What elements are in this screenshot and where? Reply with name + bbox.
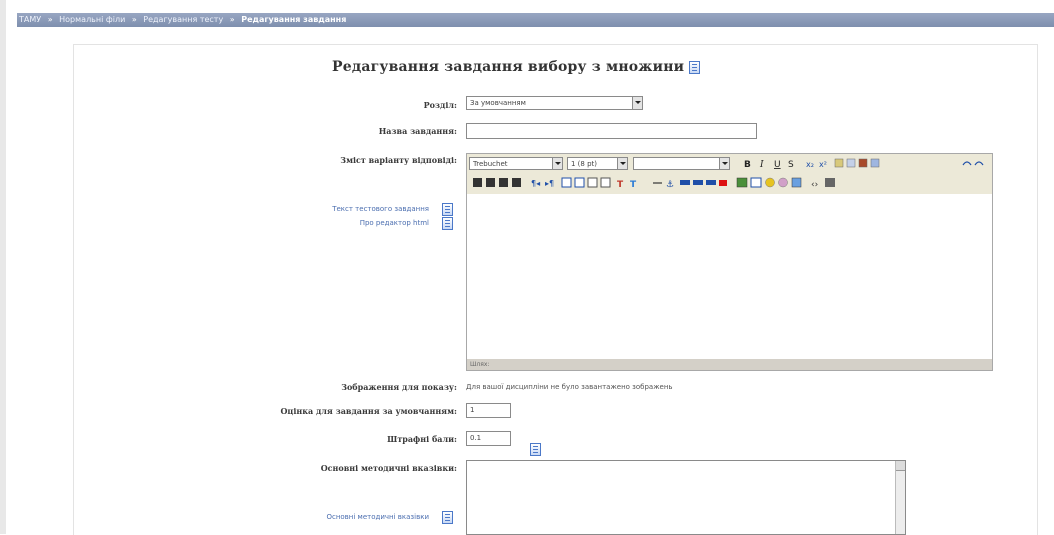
ordered-list-icon[interactable] <box>561 177 572 188</box>
html-editor[interactable]: Trebuchet 1 (8 pt) B I U S x₂ x² ¶◂ ▸¶ T… <box>466 153 993 371</box>
question-text-help-text: Текст тестового завдання <box>332 205 429 213</box>
bold-icon[interactable]: B <box>744 160 751 170</box>
answer-content-label-text: Зміст варіанту відповіді: <box>340 155 457 165</box>
left-border <box>0 0 6 534</box>
align-center-icon[interactable] <box>486 178 495 187</box>
fullscreen-icon[interactable] <box>825 178 835 187</box>
category-select-value: За умовчанням <box>470 99 526 107</box>
nolink-icon[interactable] <box>706 180 716 185</box>
html-editor-help-text: Про редактор html <box>359 219 429 227</box>
category-label: Розділ: <box>424 100 457 110</box>
penalty-value: 0.1 <box>470 434 482 442</box>
chevron-down-icon <box>632 97 642 109</box>
penalty-input[interactable]: 0.1 <box>466 431 511 446</box>
question-name-label-text: Назва завдання: <box>378 126 457 136</box>
outdent-icon[interactable] <box>587 177 598 188</box>
redo-icon[interactable] <box>974 161 984 166</box>
help-icon[interactable] <box>442 511 453 524</box>
svg-text:x₂: x₂ <box>806 160 814 169</box>
underline-icon[interactable]: U <box>774 160 781 170</box>
ltr-icon[interactable]: ¶◂ <box>531 179 540 188</box>
image-label-text: Зображення для показу: <box>341 382 457 392</box>
image-label: Зображення для показу: <box>341 382 457 392</box>
breadcrumb: ТАМУ » Нормальні філи » Редагування тест… <box>17 13 1054 27</box>
svg-text:I: I <box>759 160 764 170</box>
cut-icon[interactable] <box>834 158 844 168</box>
undo-icon[interactable] <box>962 161 972 166</box>
background-color-icon[interactable]: T <box>630 180 637 190</box>
general-notes-textarea[interactable] <box>466 460 906 535</box>
svg-text:U: U <box>774 160 781 170</box>
general-notes-label-text: Основні методичні вказівки: <box>320 463 457 473</box>
clean-word-icon[interactable] <box>870 158 880 168</box>
svg-text:x²: x² <box>819 160 827 169</box>
rtl-icon[interactable]: ▸¶ <box>545 179 554 188</box>
paste-icon[interactable] <box>858 158 868 168</box>
default-grade-input[interactable]: 1 <box>466 403 511 418</box>
insert-image-icon[interactable] <box>736 177 748 188</box>
editor-toolbar-icons: B I U S x₂ x² ¶◂ ▸¶ T T ⚓ ‹› <box>473 158 984 190</box>
align-left-icon[interactable] <box>473 178 482 187</box>
unordered-list-icon[interactable] <box>574 177 585 188</box>
help-icon[interactable] <box>689 60 701 74</box>
breadcrumb-separator: » <box>131 15 137 24</box>
no-images-text-value: Для вашої дисципліни не було завантажено… <box>466 383 673 391</box>
editor-status-text: Шлях: <box>470 361 490 368</box>
question-name-input[interactable] <box>466 123 757 139</box>
breadcrumb-quiz[interactable]: Редагування тесту <box>141 15 225 24</box>
align-justify-icon[interactable] <box>512 178 521 187</box>
no-images-text: Для вашої дисципліни не було завантажено… <box>466 383 673 391</box>
italic-icon[interactable]: I <box>759 160 764 170</box>
default-grade-value: 1 <box>470 406 475 414</box>
category-select[interactable]: За умовчанням <box>466 96 643 110</box>
copy-icon[interactable] <box>846 158 856 168</box>
subscript-icon[interactable]: x₂ <box>806 160 814 169</box>
strikethrough-icon[interactable]: S <box>788 160 794 170</box>
html-source-icon[interactable]: ‹› <box>811 180 818 190</box>
special-char-icon[interactable] <box>778 177 788 188</box>
scrollbar[interactable] <box>895 461 905 534</box>
content-panel: Редагування завдання вибору з множини Ро… <box>73 44 1038 535</box>
text-color-icon[interactable]: T <box>617 180 624 190</box>
page-title-text: Редагування завдання вибору з множини <box>332 59 685 75</box>
superscript-icon[interactable]: x² <box>819 160 827 169</box>
question-name-label: Назва завдання: <box>379 126 457 136</box>
svg-text:S: S <box>788 160 794 170</box>
penalty-label: Штрафні бали: <box>387 434 457 444</box>
breadcrumb-current: Редагування завдання <box>241 15 347 24</box>
breadcrumb-separator: » <box>47 15 53 24</box>
svg-text:B: B <box>744 160 751 170</box>
breadcrumb-course[interactable]: Нормальні філи <box>57 15 127 24</box>
unlink-icon[interactable] <box>693 180 703 185</box>
insert-table-icon[interactable] <box>750 177 762 188</box>
align-right-icon[interactable] <box>499 178 508 187</box>
html-editor-help-link[interactable]: Про редактор html <box>360 219 429 227</box>
breadcrumb-separator: » <box>229 15 235 24</box>
search-replace-icon[interactable] <box>791 177 802 188</box>
editor-toolbar: Trebuchet 1 (8 pt) B I U S x₂ x² ¶◂ ▸¶ T… <box>467 154 992 194</box>
category-label-text: Розділ: <box>423 100 457 110</box>
indent-icon[interactable] <box>600 177 611 188</box>
anchor-icon[interactable]: ⚓ <box>666 180 674 190</box>
align-icons <box>473 178 521 187</box>
editor-statusbar: Шлях: <box>467 359 992 370</box>
stop-icon[interactable] <box>719 180 727 186</box>
question-text-help-link[interactable]: Текст тестового завдання <box>332 205 429 213</box>
breadcrumb-home[interactable]: ТАМУ <box>17 15 43 24</box>
link-icon[interactable] <box>680 180 690 185</box>
default-grade-label: Оцінка для завдання за умовчанням: <box>280 406 457 416</box>
smiley-icon[interactable] <box>765 177 775 188</box>
answer-content-label: Зміст варіанту відповіді: <box>340 155 457 165</box>
default-grade-label-text: Оцінка для завдання за умовчанням: <box>280 406 457 416</box>
general-notes-help-text: Основні методичні вказівки <box>326 513 429 521</box>
penalty-label-text: Штрафні бали: <box>387 434 457 444</box>
general-notes-label: Основні методичні вказівки: <box>321 463 457 473</box>
help-icon[interactable] <box>442 217 453 230</box>
page-title: Редагування завдання вибору з множини <box>332 59 701 75</box>
help-icon[interactable] <box>442 203 453 216</box>
general-notes-help-link[interactable]: Основні методичні вказівки <box>326 513 429 521</box>
help-icon[interactable] <box>530 443 541 456</box>
